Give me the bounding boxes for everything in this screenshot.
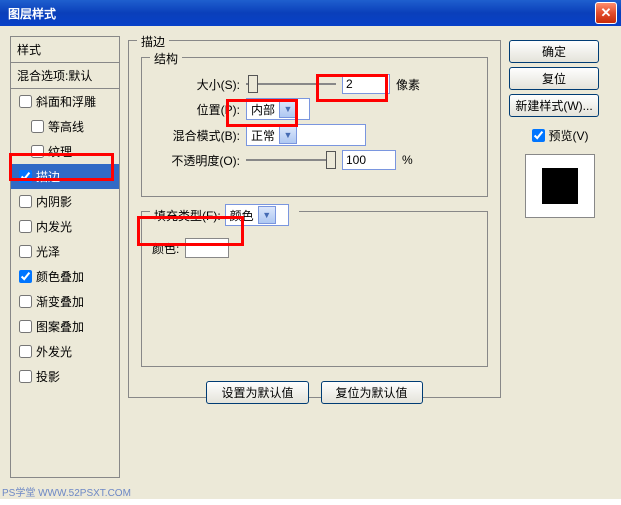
style-checkbox[interactable] bbox=[19, 95, 32, 108]
style-checkbox[interactable] bbox=[19, 245, 32, 258]
preview-swatch bbox=[542, 168, 578, 204]
style-item[interactable]: 投影 bbox=[11, 364, 119, 389]
styles-list: 斜面和浮雕等高线纹理描边内阴影内发光光泽颜色叠加渐变叠加图案叠加外发光投影 bbox=[11, 89, 119, 389]
style-item-label: 外发光 bbox=[36, 343, 72, 360]
style-checkbox[interactable] bbox=[19, 320, 32, 333]
defaults-buttons: 设置为默认值 复位为默认值 bbox=[141, 381, 488, 404]
reset-default-button[interactable]: 复位为默认值 bbox=[321, 381, 423, 404]
blendmode-select[interactable]: 正常 ▼ bbox=[246, 124, 366, 146]
style-item-label: 描边 bbox=[36, 168, 60, 185]
style-item-label: 光泽 bbox=[36, 243, 60, 260]
close-icon: ✕ bbox=[601, 5, 612, 21]
style-item-label: 投影 bbox=[36, 368, 60, 385]
close-button[interactable]: ✕ bbox=[595, 2, 617, 24]
style-item[interactable]: 纹理 bbox=[11, 139, 119, 164]
style-item[interactable]: 颜色叠加 bbox=[11, 264, 119, 289]
titlebar: 图层样式 ✕ bbox=[0, 0, 621, 26]
style-item[interactable]: 外发光 bbox=[11, 339, 119, 364]
preview-label: 预览(V) bbox=[549, 127, 589, 144]
position-label: 位置(P): bbox=[152, 101, 240, 118]
set-default-button[interactable]: 设置为默认值 bbox=[206, 381, 308, 404]
right-panel: 确定 复位 新建样式(W)... 预览(V) bbox=[509, 36, 611, 489]
row-opacity: 不透明度(O): 100 % bbox=[152, 150, 477, 170]
opacity-input[interactable]: 100 bbox=[342, 150, 396, 170]
style-item-label: 图案叠加 bbox=[36, 318, 84, 335]
structure-title: 结构 bbox=[150, 50, 182, 67]
style-checkbox[interactable] bbox=[19, 345, 32, 358]
center-panel: 描边 结构 大小(S): 2 像素 位置(P): 内部 ▼ bbox=[126, 36, 509, 489]
row-blendmode: 混合模式(B): 正常 ▼ bbox=[152, 124, 477, 146]
style-item-label: 内阴影 bbox=[36, 193, 72, 210]
filltype-select[interactable]: 颜色 ▼ bbox=[225, 204, 289, 226]
blend-defaults[interactable]: 混合选项:默认 bbox=[11, 63, 119, 89]
style-item-label: 内发光 bbox=[36, 218, 72, 235]
structure-group: 结构 大小(S): 2 像素 位置(P): 内部 ▼ 混合模式(B): bbox=[141, 57, 488, 197]
filltype-value: 颜色 bbox=[230, 207, 254, 224]
fill-group: 填充类型(F): 颜色 ▼ 颜色: bbox=[141, 211, 488, 367]
style-checkbox[interactable] bbox=[19, 195, 32, 208]
style-item-label: 斜面和浮雕 bbox=[36, 93, 96, 110]
preview-row: 预览(V) bbox=[509, 127, 611, 144]
size-input[interactable]: 2 bbox=[342, 74, 390, 94]
style-checkbox[interactable] bbox=[19, 170, 32, 183]
filltype-row: 填充类型(F): 颜色 ▼ bbox=[150, 204, 299, 226]
opacity-slider[interactable] bbox=[246, 153, 336, 167]
row-size: 大小(S): 2 像素 bbox=[152, 74, 477, 94]
style-item[interactable]: 描边 bbox=[11, 164, 119, 189]
style-checkbox[interactable] bbox=[19, 270, 32, 283]
filltype-label: 填充类型(F): bbox=[154, 207, 221, 224]
styles-panel: 样式 混合选项:默认 斜面和浮雕等高线纹理描边内阴影内发光光泽颜色叠加渐变叠加图… bbox=[10, 36, 120, 478]
style-checkbox[interactable] bbox=[19, 220, 32, 233]
style-item-label: 等高线 bbox=[48, 118, 84, 135]
size-label: 大小(S): bbox=[152, 76, 240, 93]
style-item[interactable]: 图案叠加 bbox=[11, 314, 119, 339]
style-item[interactable]: 光泽 bbox=[11, 239, 119, 264]
style-checkbox[interactable] bbox=[31, 145, 44, 158]
row-color: 颜色: bbox=[152, 238, 477, 258]
reset-button[interactable]: 复位 bbox=[509, 67, 599, 90]
style-item[interactable]: 等高线 bbox=[11, 114, 119, 139]
position-value: 内部 bbox=[251, 101, 275, 118]
opacity-unit: % bbox=[402, 153, 413, 167]
ok-button[interactable]: 确定 bbox=[509, 40, 599, 63]
style-item-label: 纹理 bbox=[48, 143, 72, 160]
style-item[interactable]: 斜面和浮雕 bbox=[11, 89, 119, 114]
position-select[interactable]: 内部 ▼ bbox=[246, 98, 310, 120]
chevron-down-icon: ▼ bbox=[258, 206, 276, 224]
style-item-label: 渐变叠加 bbox=[36, 293, 84, 310]
style-item[interactable]: 渐变叠加 bbox=[11, 289, 119, 314]
size-unit: 像素 bbox=[396, 76, 420, 93]
style-item[interactable]: 内发光 bbox=[11, 214, 119, 239]
opacity-label: 不透明度(O): bbox=[152, 152, 240, 169]
style-checkbox[interactable] bbox=[19, 370, 32, 383]
color-label: 颜色: bbox=[152, 240, 179, 257]
dialog-body: 样式 混合选项:默认 斜面和浮雕等高线纹理描边内阴影内发光光泽颜色叠加渐变叠加图… bbox=[0, 26, 621, 499]
watermark: PS学堂 WWW.52PSXT.COM bbox=[2, 484, 131, 499]
chevron-down-icon: ▼ bbox=[279, 100, 297, 118]
window-title: 图层样式 bbox=[8, 5, 56, 22]
color-swatch[interactable] bbox=[185, 238, 229, 258]
stroke-group-title: 描边 bbox=[137, 33, 169, 50]
style-checkbox[interactable] bbox=[31, 120, 44, 133]
style-item[interactable]: 内阴影 bbox=[11, 189, 119, 214]
preview-box bbox=[525, 154, 595, 218]
size-slider[interactable] bbox=[246, 77, 336, 91]
stroke-group: 描边 结构 大小(S): 2 像素 位置(P): 内部 ▼ bbox=[128, 40, 501, 398]
row-position: 位置(P): 内部 ▼ bbox=[152, 98, 477, 120]
blendmode-label: 混合模式(B): bbox=[152, 127, 240, 144]
blendmode-value: 正常 bbox=[251, 127, 275, 144]
new-style-button[interactable]: 新建样式(W)... bbox=[509, 94, 599, 117]
styles-header: 样式 bbox=[11, 37, 119, 63]
style-checkbox[interactable] bbox=[19, 295, 32, 308]
preview-checkbox[interactable] bbox=[532, 129, 545, 142]
chevron-down-icon: ▼ bbox=[279, 126, 297, 144]
style-item-label: 颜色叠加 bbox=[36, 268, 84, 285]
